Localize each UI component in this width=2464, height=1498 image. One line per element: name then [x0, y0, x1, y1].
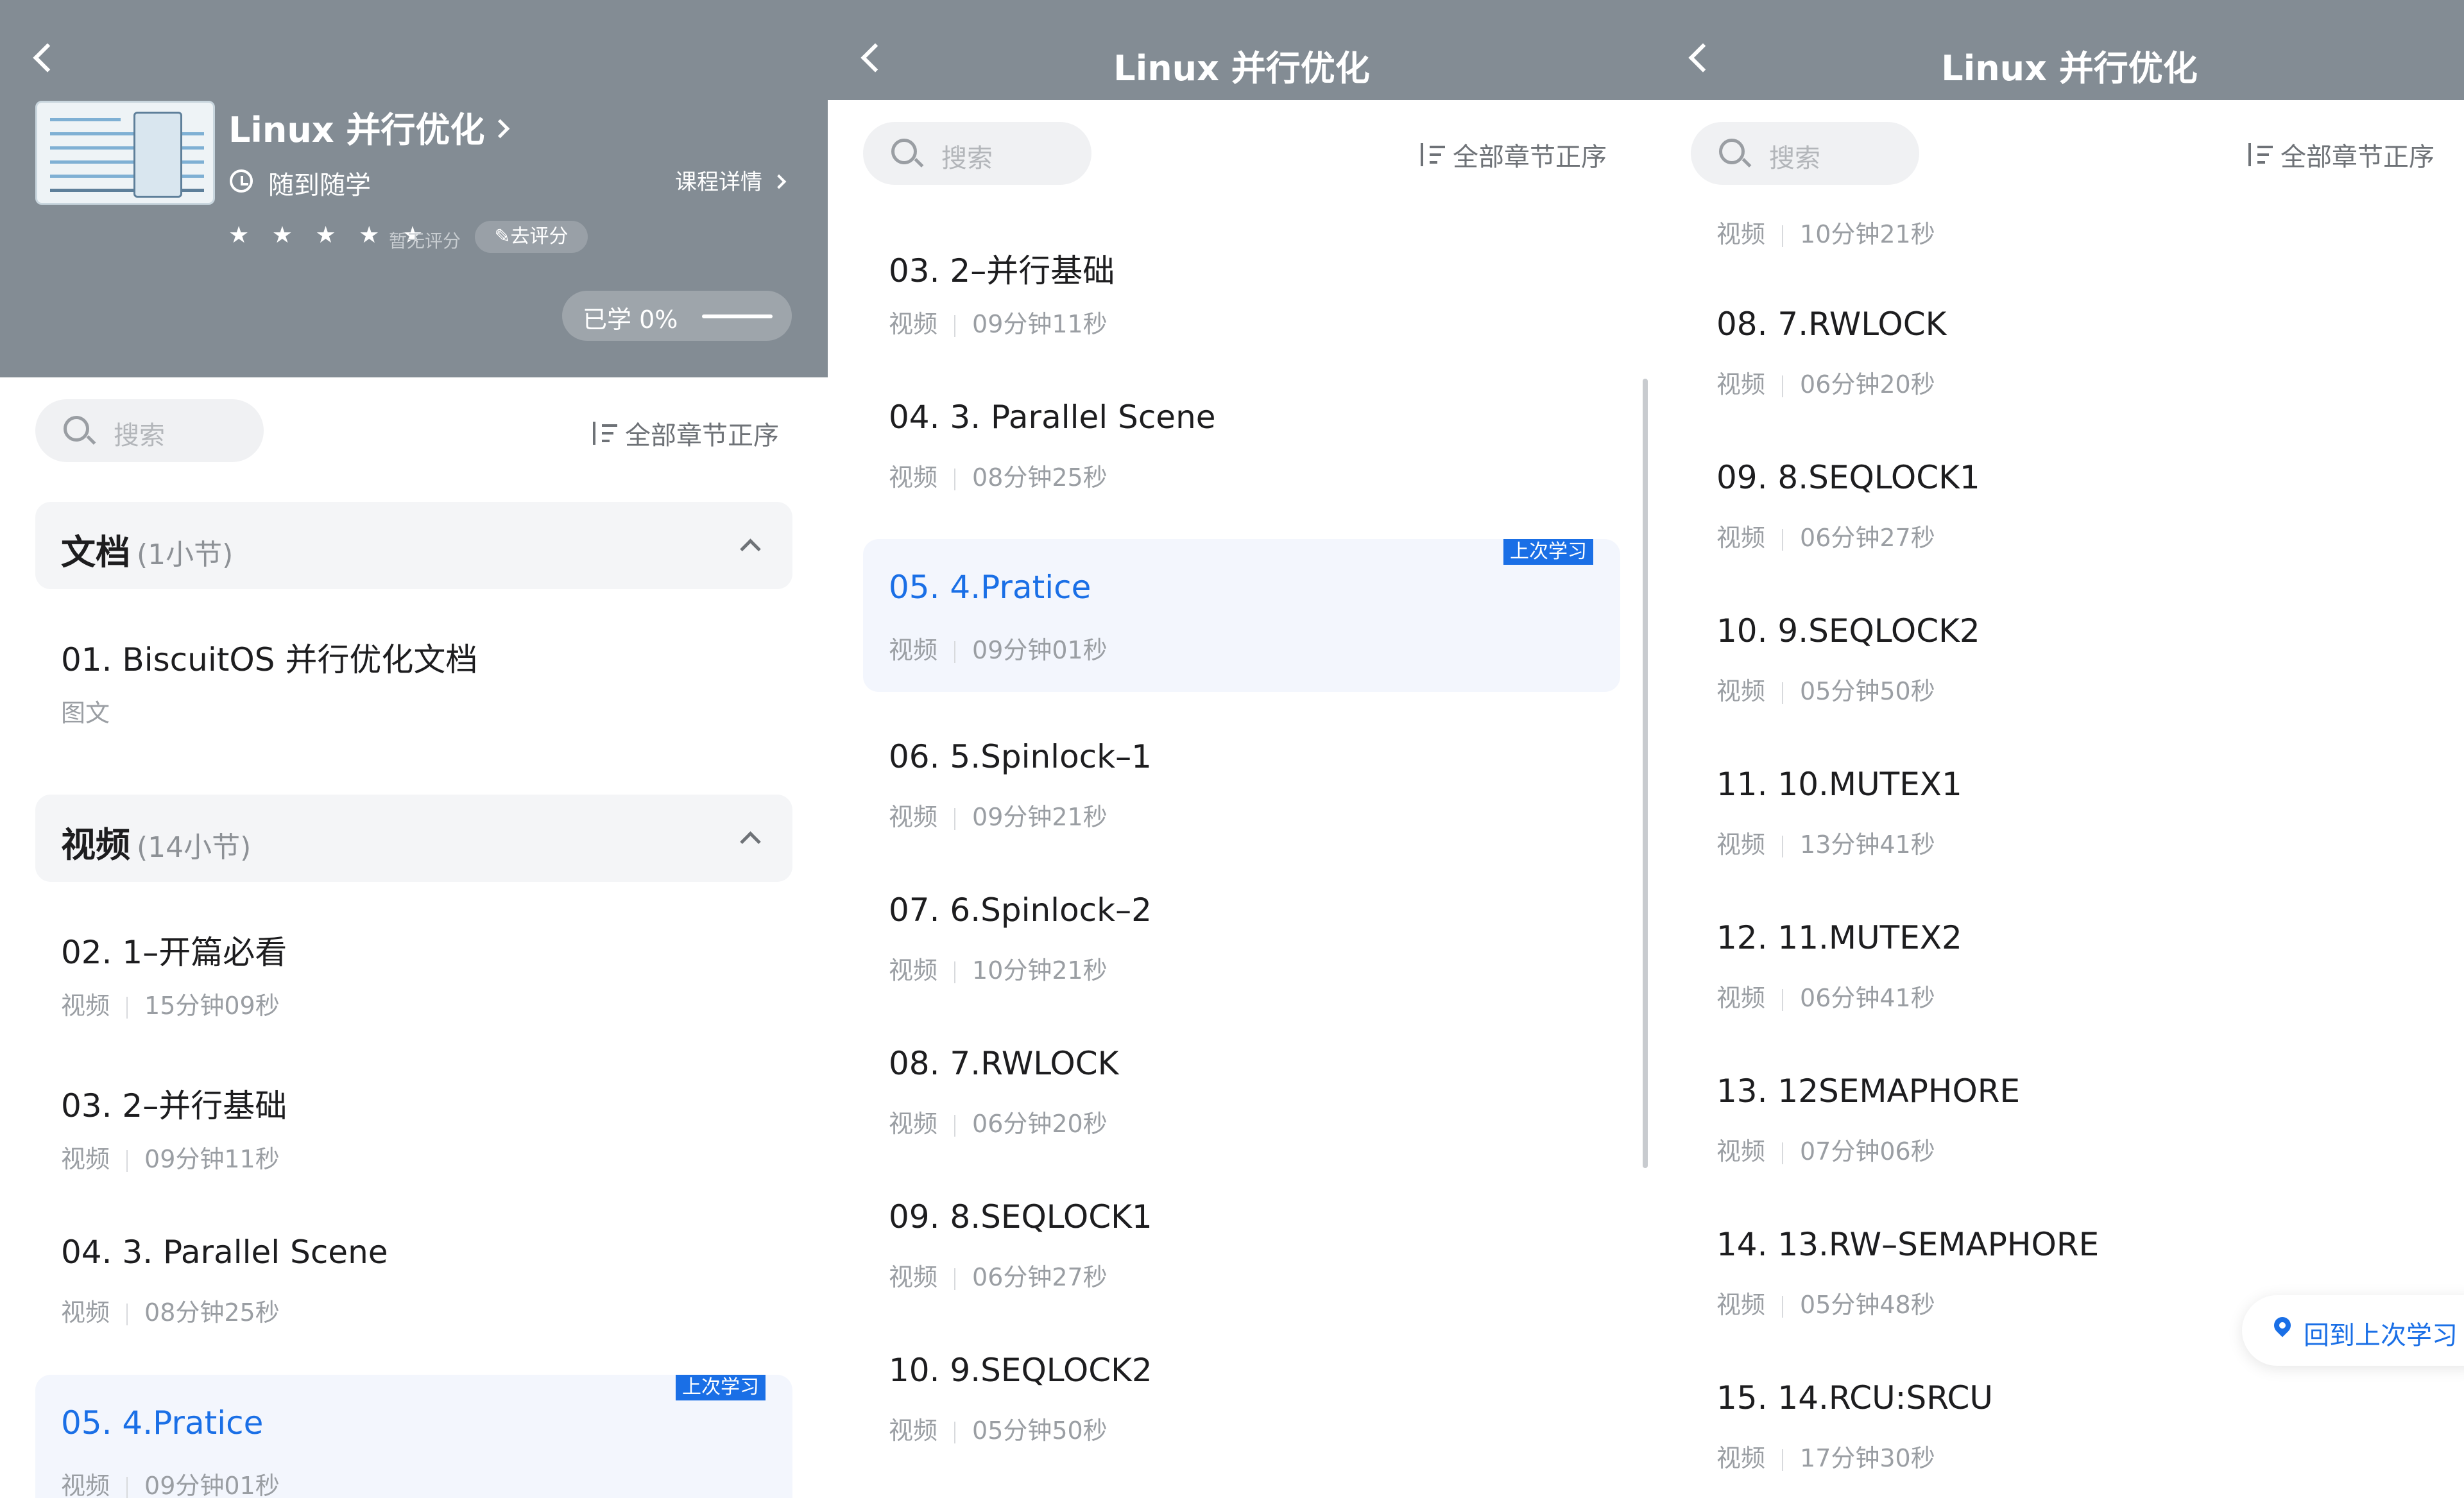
chevron-up-icon [740, 538, 761, 560]
progress-bar [702, 314, 773, 318]
sort-button[interactable]: 全部章节正序 [1418, 136, 1607, 173]
section-header-video[interactable]: 视频 (14小节) [35, 795, 792, 882]
last-studied-badge: 上次学习 [1503, 539, 1593, 565]
section-header-doc[interactable]: 文档 (1小节) [35, 502, 792, 589]
chevron-up-icon [740, 831, 761, 852]
search-icon [64, 416, 89, 442]
course-detail-link[interactable]: 课程详情 [675, 164, 787, 196]
lesson-item[interactable]: 06. 5.Spinlock–1 视频 09分钟21秒 [863, 724, 1620, 877]
search-icon [1719, 139, 1745, 164]
page-title: Linux 并行优化 [1941, 48, 2198, 89]
chevron-right-icon [491, 119, 510, 139]
lesson-item[interactable]: 08. 7.RWLOCK 视频 06分钟20秒 [863, 1031, 1620, 1184]
lesson-item[interactable]: 03. 2–并行基础 视频 09分钟11秒 [35, 1066, 792, 1219]
scrollbar[interactable] [1643, 379, 1648, 1168]
rating-text: 暂无评分 [389, 230, 461, 252]
rate-button[interactable]: ✎去评分 [475, 221, 588, 253]
search-icon [891, 139, 917, 164]
course-panel-overview: Linux 并行优化 随到随学 课程详情 ★ ★ ★ ★ ★ 暂无评分 ✎去评分… [0, 0, 828, 1498]
chevron-right-icon [771, 174, 787, 189]
search-input[interactable]: 搜索 [35, 399, 264, 462]
course-panel-list-middle: Linux 并行优化 搜索 全部章节正序 03. 2–并行基础 视频 09分钟11… [828, 0, 1656, 1498]
progress-text: 已学 0% [583, 306, 678, 334]
lesson-item[interactable]: 13. 12SEMAPHORE 视频 07分钟06秒 [1691, 1058, 2448, 1211]
lesson-item-active[interactable]: 上次学习 05. 4.Pratice 视频 09分钟01秒 [863, 539, 1620, 692]
sort-icon [590, 422, 617, 447]
course-title[interactable]: Linux 并行优化 [228, 101, 510, 152]
go-to-last-studied-button[interactable]: 回到上次学习 [2242, 1295, 2464, 1366]
lesson-item[interactable]: 09. 8.SEQLOCK1 视频 06分钟27秒 [1691, 445, 2448, 598]
lesson-item-partial[interactable]: 视频 10分钟21秒 [1691, 169, 2448, 259]
search-input[interactable]: 搜索 [863, 122, 1091, 185]
sort-button[interactable]: 全部章节正序 [2246, 136, 2434, 173]
lesson-item[interactable]: 07. 6.Spinlock–2 视频 10分钟21秒 [863, 877, 1620, 1030]
page-title: Linux 并行优化 [1113, 48, 1370, 89]
lesson-item[interactable]: 15. 14.RCU:SRCU 视频 17分钟30秒 [1691, 1365, 2448, 1498]
last-studied-badge: 上次学习 [676, 1375, 766, 1400]
lesson-item[interactable]: 08. 7.RWLOCK 视频 06分钟20秒 [1691, 291, 2448, 444]
clock-icon [230, 169, 253, 193]
lesson-item[interactable]: 09. 8.SEQLOCK1 视频 06分钟27秒 [863, 1184, 1620, 1337]
sort-icon [1418, 143, 1445, 169]
location-pin-icon [2270, 1313, 2295, 1338]
lesson-item[interactable]: 01. BiscuitOS 并行优化文档 图文 [35, 620, 792, 773]
lesson-item-active[interactable]: 上次学习 05. 4.Pratice 视频 09分钟01秒 [35, 1375, 792, 1498]
lesson-item[interactable]: 10. 9.SEQLOCK2 视频 05分钟50秒 [1691, 598, 2448, 751]
top-bar: Linux 并行优化 [828, 0, 1656, 100]
sort-icon [2246, 143, 2273, 169]
lesson-item[interactable]: 11. 10.MUTEX1 视频 13分钟41秒 [1691, 752, 2448, 904]
top-bar: Linux 并行优化 [1656, 0, 2464, 100]
lesson-item[interactable]: 12. 11.MUTEX2 视频 06分钟41秒 [1691, 905, 2448, 1058]
progress-indicator: 已学 0% [562, 291, 792, 341]
course-panel-list-end: Linux 并行优化 搜索 全部章节正序 视频 10分钟21秒 08. 7.RWL… [1656, 0, 2464, 1498]
lesson-item[interactable]: 04. 3. Parallel Scene 视频 08分钟25秒 [35, 1219, 792, 1372]
lesson-item[interactable]: 03. 2–并行基础 视频 09分钟11秒 [863, 231, 1620, 384]
lesson-item[interactable]: 04. 3. Parallel Scene 视频 08分钟25秒 [863, 384, 1620, 537]
lesson-item[interactable]: 02. 1–开篇必看 视频 15分钟09秒 [35, 913, 792, 1065]
sort-button[interactable]: 全部章节正序 [590, 415, 779, 452]
course-thumbnail [35, 101, 215, 205]
back-icon[interactable] [33, 43, 62, 73]
study-mode: 随到随学 [268, 171, 371, 200]
course-header: Linux 并行优化 随到随学 课程详情 ★ ★ ★ ★ ★ 暂无评分 ✎去评分… [0, 0, 828, 377]
lesson-item[interactable]: 10. 9.SEQLOCK2 视频 05分钟50秒 [863, 1338, 1620, 1490]
